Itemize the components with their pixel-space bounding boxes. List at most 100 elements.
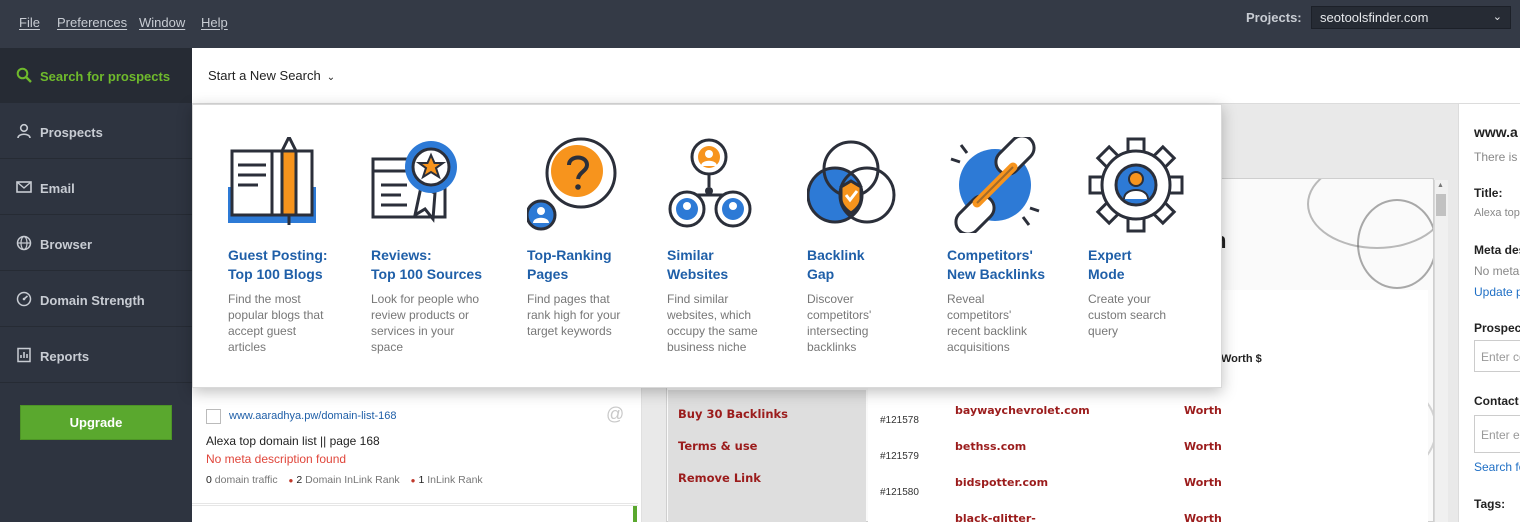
- menu-preferences[interactable]: Preferences: [57, 15, 127, 30]
- scrollbar-thumb[interactable]: [1436, 194, 1446, 216]
- prospect-title: Alexa top domain list || page 168: [206, 434, 380, 448]
- search-mode-similar-websites[interactable]: Similar Websites Find similar websites, …: [667, 105, 797, 389]
- search-mode-title: Reviews: Top 100 Sources: [371, 247, 483, 282]
- search-mode-description: Find the most popular blogs that accept …: [228, 292, 324, 354]
- email-icon: [16, 181, 32, 193]
- sidebar-item-reports[interactable]: Reports: [0, 328, 192, 383]
- globe-icon: [16, 235, 32, 251]
- prospect-name-label: Prospec: [1474, 321, 1520, 335]
- start-new-search-dropdown[interactable]: Start a New Search ⌄: [208, 68, 335, 83]
- menu-help[interactable]: Help: [201, 15, 228, 30]
- person-icon: [17, 123, 31, 139]
- bullet-icon: ●: [410, 476, 416, 485]
- sidebar-item-prospects[interactable]: Prospects: [0, 104, 192, 159]
- venn-shield-icon: [807, 140, 896, 224]
- search-mode-top-ranking-pages[interactable]: Top-Ranking Pages Find pages that rank h…: [527, 105, 657, 389]
- start-new-search-label: Start a New Search: [208, 68, 321, 83]
- domain-link[interactable]: baywaychevrolet.com: [955, 404, 1090, 417]
- rank-number: #121580: [880, 487, 919, 498]
- update-link[interactable]: Update p: [1474, 285, 1520, 299]
- domain-inlink-rank-label: Domain InLink Rank: [305, 474, 400, 486]
- sidebar-item-email[interactable]: Email: [0, 160, 192, 215]
- sidebar-item-search-for-prospects[interactable]: Search for prospects: [0, 48, 192, 103]
- prospect-url[interactable]: www.aaradhya.pw/domain-list-168: [229, 410, 397, 422]
- gear-person-icon: [1088, 137, 1184, 233]
- search-mode-description: Create your custom search query: [1088, 292, 1167, 338]
- menu-window[interactable]: Window: [139, 15, 185, 30]
- sidebar-item-label: Prospects: [40, 125, 103, 140]
- search-mode-description: Find similar websites, which occupy the …: [667, 292, 758, 354]
- search-mode-title: Competitors' New Backlinks: [947, 247, 1046, 282]
- network-people-icon: [668, 138, 752, 228]
- domain-traffic-value: 0: [206, 474, 212, 486]
- search-mode-guest-posting[interactable]: Guest Posting: Top 100 Blogs Find the mo…: [228, 105, 358, 389]
- prospect-details-panel: www.a There is Title: Alexa top Meta des…: [1458, 104, 1520, 522]
- sidebar: Search for prospects Prospects Email Bro…: [0, 48, 192, 522]
- tags-label: Tags:: [1474, 497, 1506, 511]
- menu-file[interactable]: File: [19, 15, 40, 30]
- sidebar-item-browser[interactable]: Browser: [0, 216, 192, 271]
- prospect-stats: 0 domain traffic ● 2 Domain InLink Rank ●…: [206, 474, 483, 486]
- search-mode-backlink-gap[interactable]: Backlink Gap Discover competitors' inter…: [807, 105, 937, 389]
- sidebar-item-domain-strength[interactable]: Domain Strength: [0, 272, 192, 327]
- search-mode-description: Reveal competitors' recent backlink acqu…: [947, 292, 1028, 354]
- preview-scrollbar[interactable]: [1434, 180, 1448, 522]
- sidebar-item-label: Reports: [40, 349, 90, 364]
- meta-label: Meta des: [1474, 243, 1520, 257]
- gauge-icon: [16, 291, 32, 307]
- bullet-icon: ●: [288, 476, 294, 485]
- worth-link[interactable]: Worth: [1184, 404, 1222, 417]
- at-sign-icon[interactable]: @: [606, 404, 624, 425]
- search-mode-description: Find pages that rank high for your targe…: [527, 292, 621, 338]
- search-emails-link[interactable]: Search fo: [1474, 460, 1520, 474]
- worth-column-header: Worth $: [1221, 353, 1262, 365]
- question-bubble-icon: [527, 137, 617, 231]
- search-mode-description: Look for people who review products or s…: [371, 292, 480, 354]
- search-toolbar: Start a New Search ⌄: [192, 48, 1520, 104]
- sidebar-item-label: Email: [40, 181, 75, 196]
- worth-link[interactable]: Worth: [1184, 512, 1222, 522]
- details-site: www.a: [1474, 124, 1518, 140]
- search-mode-title: Backlink Gap: [807, 247, 865, 282]
- contact-email-placeholder: Enter e: [1481, 428, 1520, 442]
- search-mode-title: Expert Mode: [1088, 247, 1132, 282]
- search-mode-description: Discover competitors' intersecting backl…: [807, 292, 872, 354]
- sidebar-item-label: Search for prospects: [40, 69, 171, 84]
- buy-backlinks-link[interactable]: Buy 30 Backlinks: [678, 407, 788, 421]
- prospect-name-field[interactable]: Enter co: [1474, 340, 1520, 372]
- domain-link[interactable]: black-glitter-: [955, 512, 1036, 522]
- chevron-down-icon: ⌄: [1492, 11, 1502, 23]
- row-status-indicator: [633, 506, 637, 522]
- remove-link[interactable]: Remove Link: [678, 471, 761, 485]
- search-mode-competitors-new-backlinks[interactable]: Competitors' New Backlinks Reveal compet…: [947, 105, 1077, 389]
- search-icon: [16, 67, 32, 83]
- prospect-checkbox[interactable]: [206, 409, 221, 424]
- terms-link[interactable]: Terms & use: [678, 439, 757, 453]
- sidebar-item-label: Domain Strength: [40, 293, 145, 308]
- inlink-rank-label: InLink Rank: [427, 474, 483, 486]
- project-select[interactable]: seotoolsfinder.com ⌄: [1311, 6, 1511, 29]
- domain-inlink-rank-value: 2: [296, 474, 303, 486]
- contact-email-field[interactable]: Enter e: [1474, 415, 1520, 453]
- table-row[interactable]: [192, 505, 638, 522]
- domain-traffic-label: domain traffic: [214, 474, 278, 486]
- decorative-swirl: [1357, 199, 1433, 289]
- domain-link[interactable]: bidspotter.com: [955, 476, 1048, 489]
- search-mode-expert-mode[interactable]: Expert Mode Create your custom search qu…: [1088, 105, 1218, 389]
- worth-link[interactable]: Worth: [1184, 476, 1222, 489]
- domain-link[interactable]: bethss.com: [955, 440, 1026, 453]
- details-status: There is: [1474, 150, 1518, 164]
- search-mode-title: Top-Ranking Pages: [527, 247, 612, 282]
- upgrade-button[interactable]: Upgrade: [20, 405, 172, 440]
- reports-icon: [17, 347, 31, 363]
- search-mode-reviews[interactable]: Reviews: Top 100 Sources Look for people…: [371, 105, 501, 389]
- worth-link[interactable]: Worth: [1184, 440, 1222, 453]
- scroll-up-arrow-icon[interactable]: ▲: [1437, 182, 1444, 189]
- chain-link-icon: [950, 137, 1040, 233]
- prospect-meta-description: No meta description found: [206, 452, 347, 466]
- search-mode-title: Guest Posting: Top 100 Blogs: [228, 247, 328, 282]
- inlink-rank-value: 1: [418, 474, 425, 486]
- chevron-down-icon: ⌄: [326, 72, 336, 83]
- search-mode-title: Similar Websites: [667, 247, 729, 282]
- meta-value: No meta: [1474, 264, 1520, 278]
